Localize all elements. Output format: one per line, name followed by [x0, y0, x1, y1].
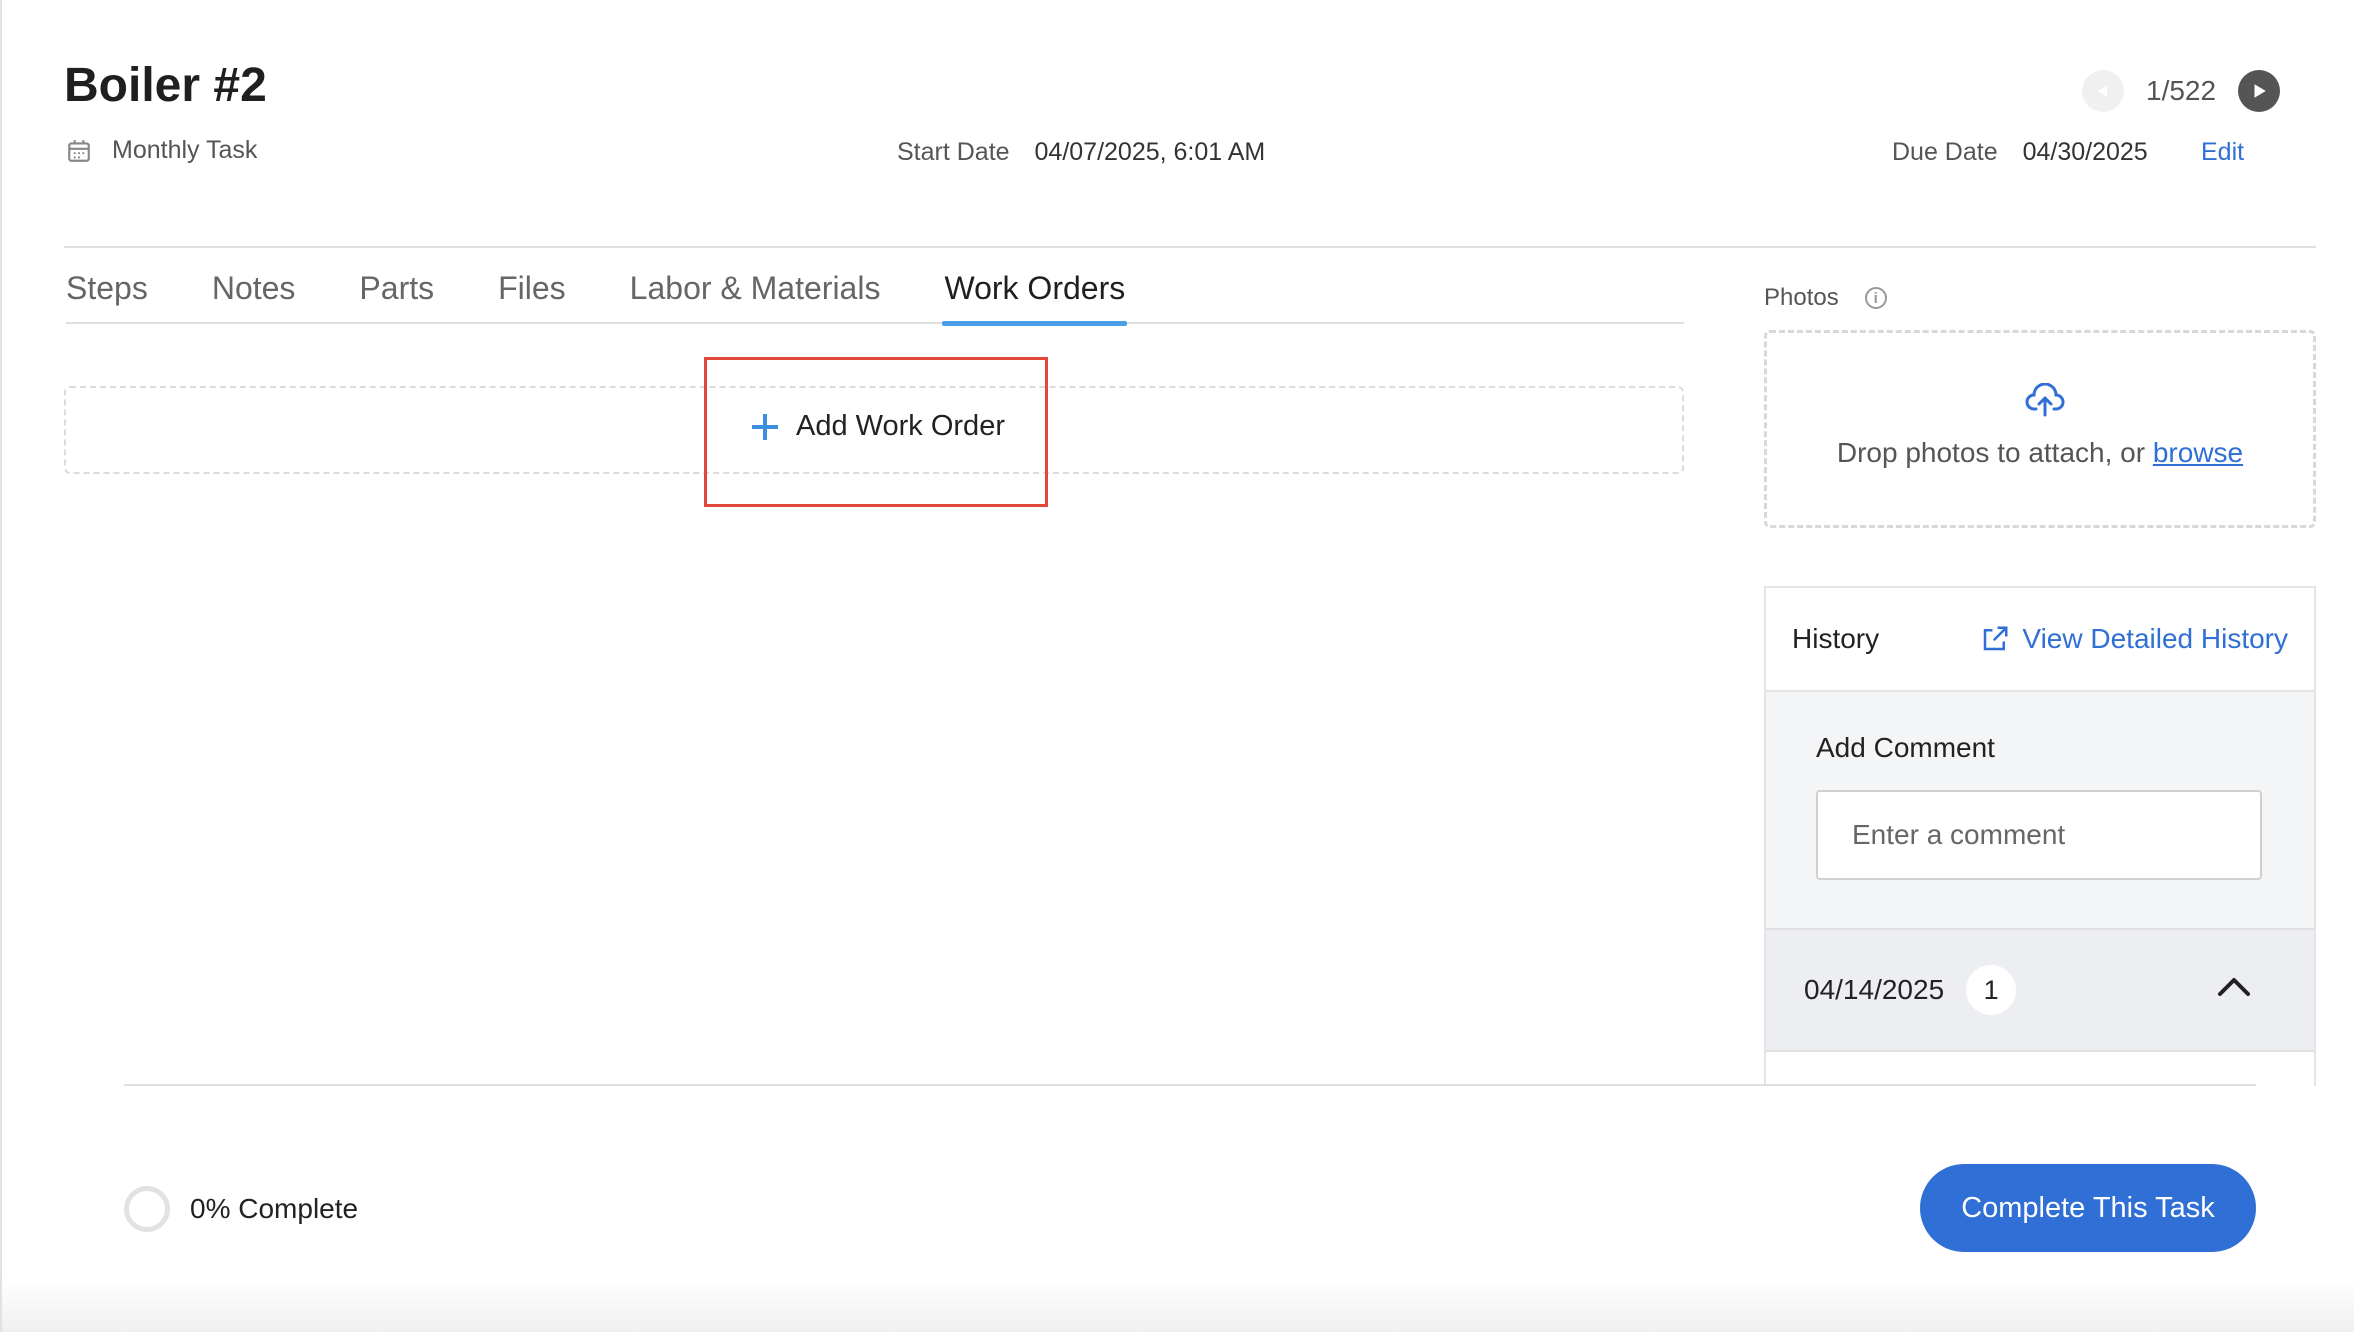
calendar-icon [68, 139, 90, 162]
tab-parts[interactable]: Parts [359, 270, 434, 322]
next-task-button[interactable] [2238, 70, 2281, 112]
due-date-label: Due Date [1892, 138, 1998, 166]
due-date-value: 04/30/2025 [2022, 138, 2148, 166]
tab-notes[interactable]: Notes [212, 270, 296, 322]
complete-task-button[interactable]: Complete This Task [1920, 1164, 2256, 1252]
task-detail-page: Boiler #2 Monthly Task Start Date 04/07/… [0, 0, 2354, 1332]
history-title: History [1792, 623, 1880, 654]
history-panel: History View Detailed History Add Commen… [1764, 586, 2316, 1086]
photos-label-text: Photos [1764, 284, 1839, 311]
due-date: Due Date 04/30/2025 [1892, 138, 2148, 167]
add-work-order-label: Add Work Order [796, 410, 1005, 442]
play-icon [2254, 84, 2266, 98]
bottom-shade [2, 1278, 2354, 1332]
previous-task-button[interactable] [2082, 70, 2124, 112]
footer-divider [124, 1084, 2256, 1086]
history-date-group[interactable]: 04/14/2025 1 [1766, 928, 2314, 1052]
photos-label: Photos i [1764, 284, 1887, 312]
task-type: Monthly Task [66, 136, 257, 165]
chevron-left-icon [2098, 85, 2107, 97]
tab-labor-materials[interactable]: Labor & Materials [630, 270, 881, 322]
header-divider [64, 246, 2316, 248]
view-detailed-history-label: View Detailed History [2022, 623, 2288, 654]
cloud-upload-icon [2025, 383, 2065, 417]
task-type-label: Monthly Task [112, 136, 258, 164]
photos-dropzone[interactable]: Drop photos to attach, or browse [1764, 330, 2316, 528]
info-icon[interactable]: i [1864, 287, 1887, 309]
edit-due-date-link[interactable]: Edit [2201, 138, 2244, 167]
external-link-icon [1984, 626, 2008, 651]
tab-bar: Steps Notes Parts Files Labor & Material… [66, 270, 1684, 326]
drop-text: Drop photos to attach, or browse [1767, 437, 2313, 469]
add-comment-label: Add Comment [1816, 732, 1995, 763]
pager-count: 1/522 [2146, 75, 2217, 106]
progress-text: 0% Complete [190, 1193, 359, 1224]
history-header: History View Detailed History [1766, 588, 2314, 692]
start-date-value: 04/07/2025, 6:01 AM [1034, 138, 1266, 166]
tab-files[interactable]: Files [498, 270, 566, 322]
chevron-up-icon[interactable] [2216, 974, 2252, 998]
history-count-badge: 1 [1966, 965, 2017, 1015]
tab-work-orders[interactable]: Work Orders [942, 270, 1127, 326]
start-date: Start Date 04/07/2025, 6:01 AM [897, 138, 1265, 167]
progress-ring-icon [124, 1186, 170, 1232]
history-date: 04/14/2025 [1804, 974, 1945, 1005]
task-pager: 1/522 [2082, 70, 2281, 112]
view-detailed-history-link[interactable]: View Detailed History [1980, 623, 2288, 655]
page-title: Boiler #2 [64, 59, 267, 112]
comment-input[interactable] [1816, 790, 2262, 880]
drop-instruction: Drop photos to attach, or [1836, 437, 2146, 468]
comment-area: Add Comment [1766, 692, 2314, 928]
add-work-order-button[interactable]: Add Work Order [752, 410, 1005, 443]
progress-indicator: 0% Complete [124, 1186, 358, 1232]
plus-icon [752, 413, 778, 440]
start-date-label: Start Date [897, 138, 1010, 166]
browse-link[interactable]: browse [2153, 437, 2243, 468]
tab-steps[interactable]: Steps [66, 270, 148, 322]
